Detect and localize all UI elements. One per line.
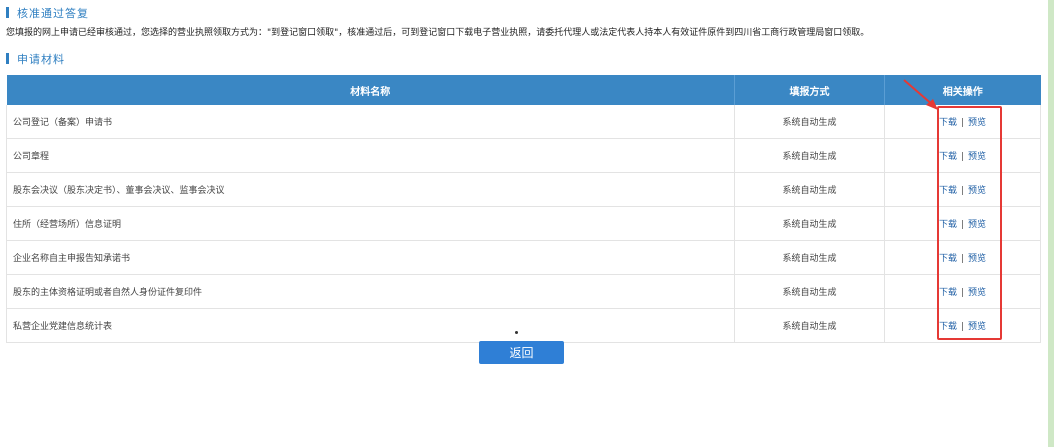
fill-method-cell: 系统自动生成 [734,105,885,139]
table-row: 股东会决议（股东决定书）、董事会决议、监事会决议 系统自动生成 下载 | 预览 [6,172,1041,207]
approval-section-title: 核准通过答复 [6,6,89,22]
table-row: 公司登记（备案）申请书 系统自动生成 下载 | 预览 [6,105,1041,139]
materials-table: 材料名称 填报方式 相关操作 公司登记（备案）申请书 系统自动生成 下载 | 预览 公司章… [6,75,1041,343]
table-row: 私营企业党建信息统计表 系统自动生成 下载 | 预览 [6,308,1041,343]
header-fill-method: 填报方式 [734,75,885,105]
back-button[interactable]: 返回 [479,341,564,364]
table-header-row: 材料名称 填报方式 相关操作 [6,75,1041,105]
header-material-name: 材料名称 [6,75,735,105]
table-row: 住所（经营场所）信息证明 系统自动生成 下载 | 预览 [6,206,1041,241]
title-bar-marker [6,7,9,18]
fill-method-cell: 系统自动生成 [734,206,885,241]
material-name-cell: 股东会决议（股东决定书）、董事会决议、监事会决议 [6,172,735,207]
fill-method-cell: 系统自动生成 [734,274,885,309]
material-name-cell: 私营企业党建信息统计表 [6,308,735,343]
material-name-cell: 公司登记（备案）申请书 [6,105,735,139]
fill-method-cell: 系统自动生成 [734,240,885,275]
table-row: 公司章程 系统自动生成 下载 | 预览 [6,138,1041,173]
title-bar-marker [6,53,9,64]
materials-section-title: 申请材料 [6,52,65,68]
fill-method-cell: 系统自动生成 [734,172,885,207]
annotation-highlight-box [937,106,1002,340]
fill-method-cell: 系统自动生成 [734,308,885,343]
material-name-cell: 股东的主体资格证明或者自然人身份证件复印件 [6,274,735,309]
material-name-cell: 企业名称自主申报告知承诺书 [6,240,735,275]
material-name-cell: 住所（经营场所）信息证明 [6,206,735,241]
material-name-cell: 公司章程 [6,138,735,173]
decorative-dot [515,331,518,334]
right-edge-strip [1048,0,1054,447]
approval-notice: 您填报的网上申请已经审核通过，您选择的营业执照领取方式为："到登记窗口领取"，核… [6,28,870,38]
table-row: 企业名称自主申报告知承诺书 系统自动生成 下载 | 预览 [6,240,1041,275]
table-row: 股东的主体资格证明或者自然人身份证件复印件 系统自动生成 下载 | 预览 [6,274,1041,309]
fill-method-cell: 系统自动生成 [734,138,885,173]
materials-title-text: 申请材料 [17,53,65,66]
approval-title-text: 核准通过答复 [17,7,89,20]
